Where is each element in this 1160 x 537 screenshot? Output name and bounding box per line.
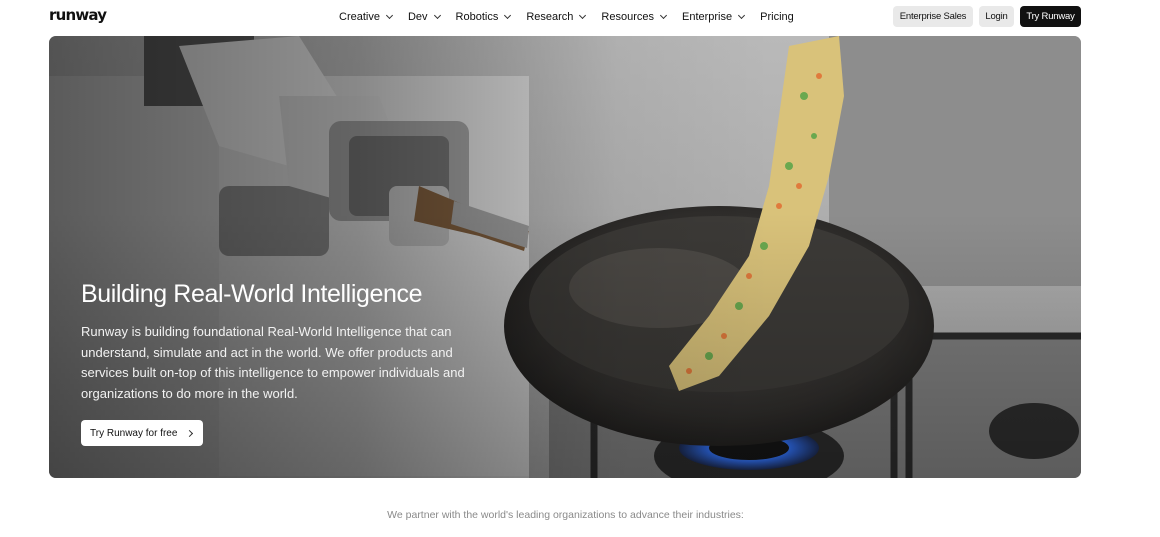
chevron-down-icon	[579, 11, 587, 20]
chevron-down-icon	[659, 11, 668, 20]
nav-item-robotics[interactable]: Robotics	[455, 11, 512, 23]
hero-description: Runway is building foundational Real-Wor…	[81, 324, 465, 401]
runway-logo[interactable]: runway	[49, 6, 107, 24]
login-button[interactable]: Login	[979, 6, 1014, 27]
hero-overlay	[49, 36, 1081, 478]
chevron-down-icon	[385, 11, 394, 20]
cta-label: Try Runway for free	[90, 427, 178, 439]
nav-label: Enterprise	[681, 11, 733, 23]
chevron-right-icon	[186, 429, 194, 437]
site-header: runway Creative Dev Robotics Research Re…	[0, 0, 1160, 34]
nav-item-creative[interactable]: Creative	[339, 11, 394, 23]
nav-label: Pricing	[760, 11, 794, 23]
chevron-down-icon	[738, 11, 746, 20]
nav-label: Robotics	[455, 11, 499, 23]
main-nav: Creative Dev Robotics Research Resources…	[339, 0, 794, 34]
nav-label: Research	[526, 11, 574, 23]
nav-label: Resources	[601, 11, 654, 23]
hero-section: Building Real-World Intelligence Runway …	[49, 36, 1081, 478]
nav-item-research[interactable]: Research	[526, 11, 587, 23]
nav-label: Creative	[339, 11, 380, 23]
nav-item-dev[interactable]: Dev	[407, 11, 441, 23]
chevron-down-icon	[504, 11, 512, 20]
nav-item-resources[interactable]: Resources	[601, 11, 668, 23]
hero-title: Building Real-World Intelligence	[81, 280, 423, 308]
nav-item-enterprise[interactable]: Enterprise	[681, 11, 746, 23]
nav-label: Dev	[407, 11, 428, 23]
enterprise-sales-button[interactable]: Enterprise Sales	[893, 6, 973, 27]
partner-text: We partner with the world's leading orga…	[387, 509, 744, 521]
try-runway-free-button[interactable]: Try Runway for free	[81, 420, 204, 446]
try-runway-button[interactable]: Try Runway	[1020, 6, 1081, 27]
chevron-down-icon	[433, 11, 441, 20]
nav-item-pricing[interactable]: Pricing	[760, 11, 794, 23]
